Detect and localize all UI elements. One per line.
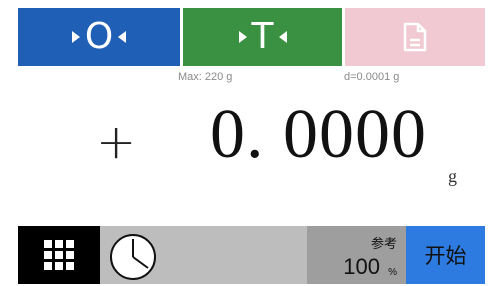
timer-panel[interactable] [100,226,307,284]
arrow-left-icon [278,31,287,43]
max-capacity-label: Max: 220 g [178,71,233,83]
grid-menu-icon [44,240,74,270]
readability-label: d=0.0001 g [344,71,400,83]
reference-unit: % [388,267,397,278]
arrow-right-icon [238,31,247,43]
arrow-right-icon [71,31,80,43]
tare-button-label: T [251,16,274,57]
zero-button[interactable]: O [18,8,180,66]
print-button[interactable] [342,8,485,66]
start-button[interactable]: 开始 [406,226,485,284]
zero-button-label: O [84,16,114,57]
tare-button[interactable]: T [180,8,342,66]
weight-readout: 0. 0000 [210,96,427,173]
document-icon [403,22,427,52]
balance-screen: O T Max: 220 g d=0.0001 g + 0. 0000 g 参考… [18,8,485,284]
start-button-label: 开始 [424,245,467,268]
reference-label: 参考 [370,236,397,251]
bottom-toolbar: 参考 100 % 开始 [18,226,485,284]
reference-panel[interactable]: 参考 100 % [307,226,406,284]
arrow-left-icon [118,31,127,43]
clock-icon [110,234,156,280]
top-toolbar: O T [18,8,485,66]
menu-button[interactable] [18,226,100,284]
weight-unit: g [448,166,457,186]
reference-value: 100 [343,254,380,279]
weight-sign: + [96,114,137,170]
